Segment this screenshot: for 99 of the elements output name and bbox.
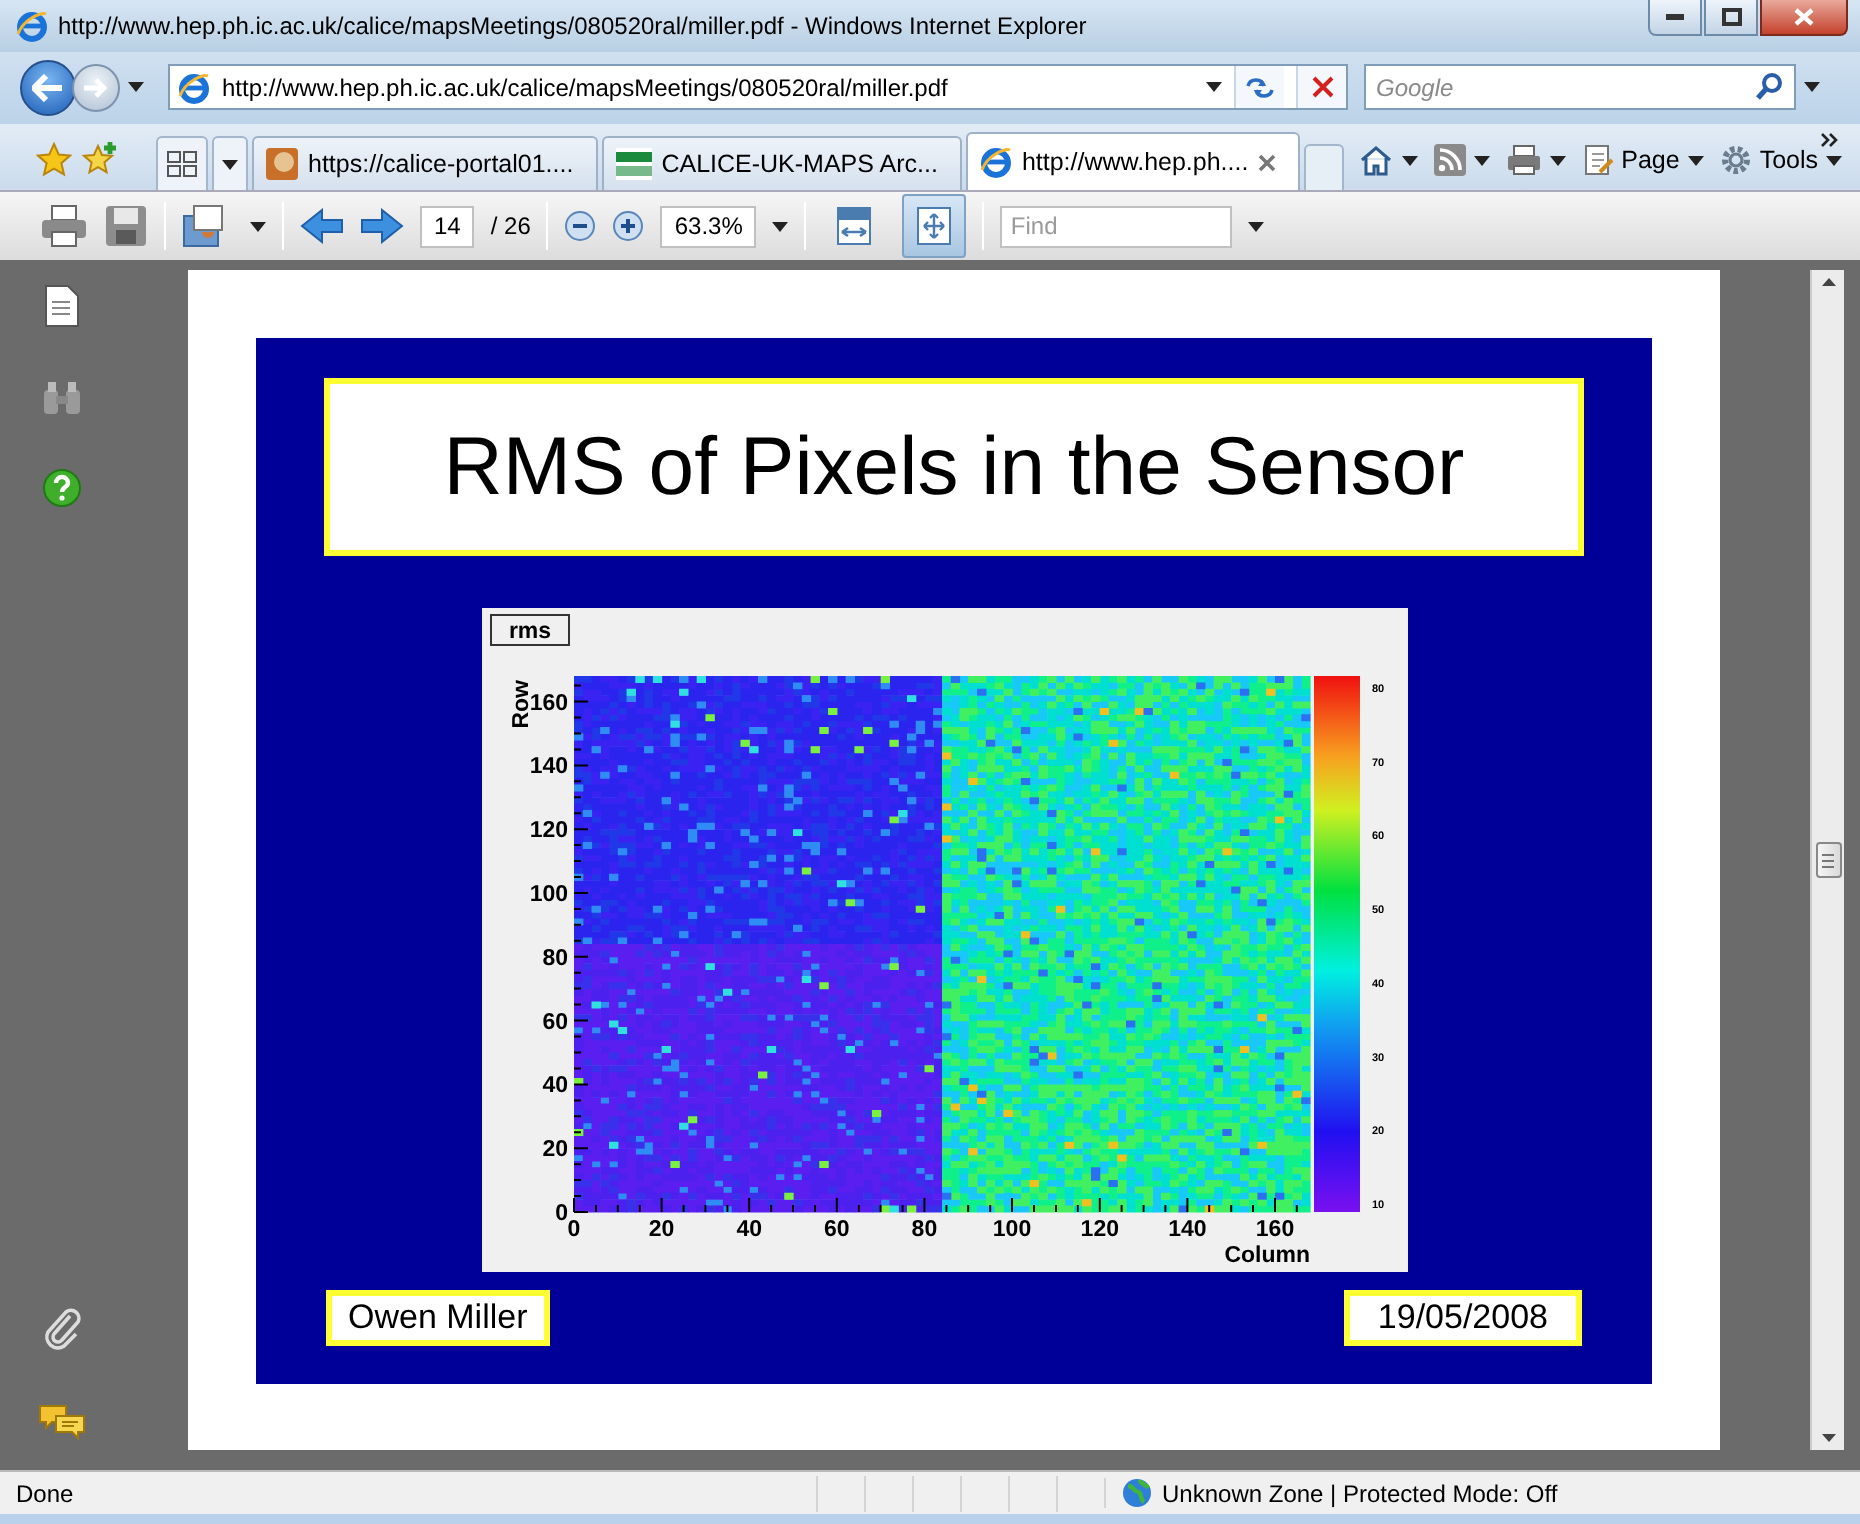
fit-page-icon: [916, 206, 953, 247]
axis-tick-label: 160: [529, 691, 568, 716]
axis-tick-label: 120: [1080, 1218, 1119, 1243]
quick-tabs-icon[interactable]: [166, 150, 198, 179]
ie-logo-icon: [979, 146, 1012, 179]
feed-icon: [1433, 144, 1466, 177]
find-options-icon[interactable]: [1248, 221, 1265, 232]
caret-icon[interactable]: [1826, 155, 1842, 166]
search-icon[interactable]: [1756, 72, 1784, 101]
vertical-scrollbar[interactable]: [1810, 270, 1844, 1451]
more-commands-icon[interactable]: [1820, 131, 1840, 148]
browser-tab[interactable]: http://www.hep.ph....: [965, 132, 1301, 191]
y-axis-label: Row: [510, 680, 534, 729]
settings-icon: [1719, 144, 1752, 177]
help-icon[interactable]: [42, 468, 82, 509]
zoom-field[interactable]: 63.3%: [660, 205, 757, 248]
binoculars-icon[interactable]: [42, 380, 82, 417]
back-button[interactable]: [20, 59, 76, 116]
close-button[interactable]: [1760, 0, 1848, 36]
add-favorite-icon[interactable]: [80, 142, 116, 179]
axis-tick-label: 40: [736, 1218, 762, 1243]
axis-tick-label: 100: [992, 1218, 1032, 1243]
zoom-in-icon[interactable]: [612, 210, 645, 243]
next-page-icon[interactable]: [360, 208, 404, 245]
minimize-button[interactable]: [1648, 0, 1702, 36]
forward-arrow-icon: [84, 77, 108, 98]
axis-tick-label: 140: [1168, 1218, 1207, 1243]
print-icon[interactable]: [40, 204, 88, 249]
x-axis-label: Column: [1224, 1244, 1310, 1269]
stop-button[interactable]: [1296, 66, 1346, 109]
axis-tick-label: 120: [529, 819, 568, 844]
paperclip-icon[interactable]: [42, 1306, 82, 1351]
close-icon: [1794, 8, 1814, 26]
maximize-button[interactable]: [1704, 0, 1758, 36]
axis-tick-label: 20: [648, 1218, 675, 1243]
favorites-star-icon[interactable]: [36, 142, 72, 179]
save-icon[interactable]: [104, 204, 148, 249]
caret-icon[interactable]: [1473, 155, 1490, 166]
date-label: 19/05/2008: [1343, 1290, 1582, 1347]
command-menu-button[interactable]: Tools: [1713, 130, 1848, 191]
scroll-down-icon[interactable]: [1821, 1434, 1835, 1443]
axis-tick-label: 80: [542, 947, 568, 972]
previous-page-icon[interactable]: [300, 208, 344, 245]
axis-tick-label: 80: [911, 1218, 938, 1243]
search-field[interactable]: Google: [1364, 64, 1796, 111]
caret-icon[interactable]: [1687, 155, 1704, 166]
axis-tick-label: 40: [542, 1074, 568, 1099]
axis-tick-label: 0: [555, 1202, 568, 1227]
author-label: Owen Miller: [326, 1290, 550, 1347]
status-text: Done: [16, 1479, 76, 1508]
printer-icon: [1505, 144, 1542, 177]
pages-icon[interactable]: [44, 284, 80, 329]
back-arrow-icon: [32, 73, 64, 102]
find-field[interactable]: Find: [1000, 205, 1233, 248]
security-zone-text: Unknown Zone | Protected Mode: Off: [1162, 1479, 1558, 1508]
slide-title: RMS of Pixels in the Sensor: [324, 378, 1584, 557]
close-tab-icon[interactable]: [1258, 153, 1277, 172]
zoom-out-icon[interactable]: [564, 210, 597, 243]
fit-page-button[interactable]: [902, 194, 967, 259]
search-options-icon[interactable]: [1804, 82, 1820, 93]
browser-tab[interactable]: CALICE-UK-MAPS Arc...: [601, 136, 962, 191]
page-icon: [1581, 144, 1614, 177]
window-title: http://www.hep.ph.ic.ac.uk/calice/mapsMeetings/080520ral/miller.pdf - Windows Internet Explorer: [58, 11, 1089, 40]
histogram-name: rms: [508, 620, 552, 645]
axis-tick-label: 60: [542, 1010, 568, 1035]
scroll-up-icon[interactable]: [1821, 278, 1835, 287]
minimize-icon: [1666, 14, 1684, 20]
axis-tick-label: 100: [529, 883, 568, 908]
caret-icon[interactable]: [250, 221, 266, 232]
fit-width-icon: [836, 206, 873, 247]
command-menu-button[interactable]: Page: [1575, 130, 1710, 191]
home-icon: [1357, 144, 1394, 177]
refresh-button[interactable]: [1234, 66, 1284, 109]
caret-icon[interactable]: [1401, 155, 1418, 166]
axis-tick-label: 140: [529, 755, 568, 780]
axis-tick-label: 60: [824, 1218, 850, 1243]
tab-list-icon[interactable]: [222, 159, 238, 170]
ie-logo-icon: [16, 9, 48, 42]
page-count: / 26: [490, 212, 531, 241]
address-field[interactable]: http://www.hep.ph.ic.ac.uk/calice/mapsMeetings/080520ral/miller.pdf: [168, 64, 1348, 111]
zoom-dropdown-icon[interactable]: [772, 221, 789, 232]
caret-icon[interactable]: [1549, 155, 1566, 166]
ie-logo-icon: [178, 71, 210, 104]
jisc-mail-logo-icon: [615, 148, 652, 181]
scrollbar-thumb[interactable]: [1815, 842, 1841, 879]
portal-icon: [266, 148, 298, 181]
globe-icon: [1122, 1478, 1152, 1509]
page-number-field[interactable]: 14: [420, 205, 475, 248]
axis-tick-label: 160: [1255, 1218, 1295, 1243]
caret-icon[interactable]: [1206, 82, 1222, 93]
stop-icon: [1311, 76, 1333, 99]
comments-icon[interactable]: [38, 1402, 86, 1443]
history-dropdown-icon[interactable]: [128, 82, 144, 93]
stats-box: [490, 614, 570, 647]
axis-tick-label: 0: [567, 1218, 581, 1243]
browser-tab[interactable]: https://calice-portal01....: [252, 136, 598, 191]
refresh-icon: [1246, 75, 1274, 100]
maximize-icon: [1721, 8, 1741, 26]
axis-tick-label: 20: [542, 1138, 568, 1163]
